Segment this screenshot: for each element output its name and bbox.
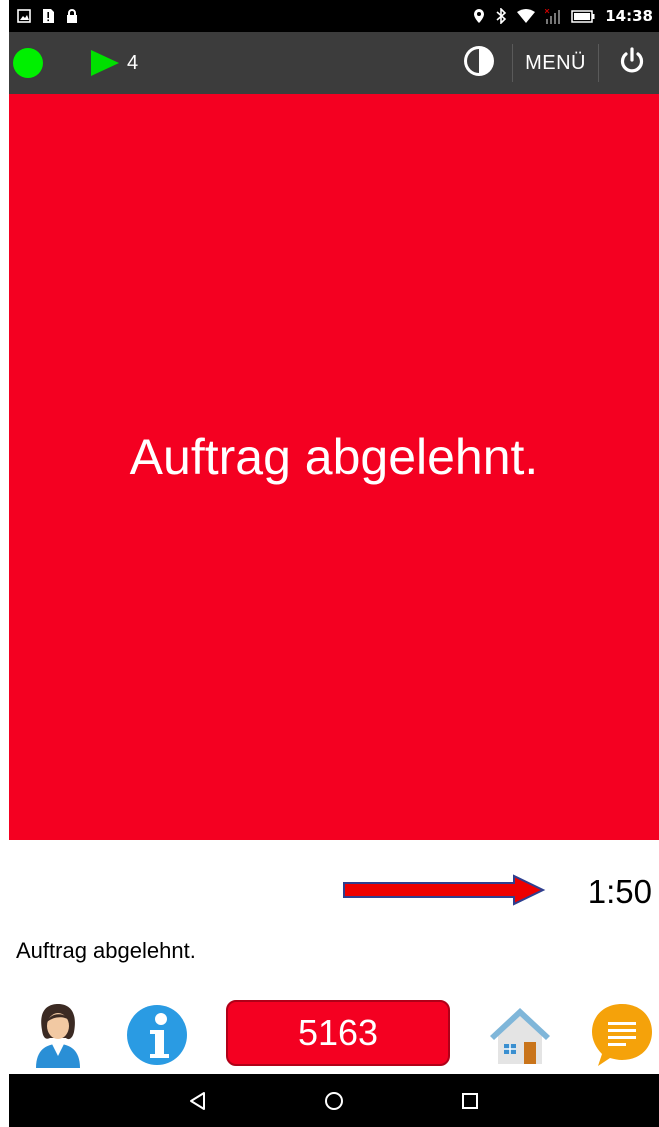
clock: 14:38 bbox=[605, 7, 653, 25]
menu-button[interactable]: MENÜ bbox=[513, 52, 598, 75]
home-icon bbox=[490, 1008, 550, 1064]
home-circle-icon bbox=[325, 1091, 343, 1110]
nav-home-button[interactable] bbox=[266, 1090, 402, 1112]
online-status-icon[interactable] bbox=[13, 48, 43, 78]
status-bar: 14:38 bbox=[9, 0, 659, 32]
home-button[interactable] bbox=[488, 1002, 552, 1071]
info-button[interactable] bbox=[126, 1004, 188, 1071]
navigation-bar bbox=[9, 1074, 659, 1127]
signal-icon bbox=[545, 8, 561, 24]
order-status-message: Auftrag abgelehnt. bbox=[129, 429, 539, 485]
contrast-icon bbox=[464, 45, 495, 76]
messages-button[interactable] bbox=[590, 1002, 654, 1073]
back-icon bbox=[190, 1091, 205, 1110]
driver-profile-icon bbox=[36, 1004, 80, 1068]
power-button[interactable] bbox=[599, 46, 659, 80]
driver-profile-button[interactable] bbox=[30, 1002, 86, 1073]
countdown-timer: 1:50 bbox=[587, 873, 652, 910]
messages-icon bbox=[592, 1004, 652, 1066]
bluetooth-icon bbox=[496, 8, 507, 24]
image-icon bbox=[17, 9, 31, 23]
alert-icon bbox=[43, 9, 54, 23]
play-icon bbox=[91, 50, 119, 76]
toolbar: 4 MENÜ bbox=[9, 32, 659, 94]
lock-icon bbox=[67, 9, 77, 23]
location-icon bbox=[474, 9, 485, 23]
order-status-panel: Auftrag abgelehnt. bbox=[9, 94, 659, 840]
contrast-button[interactable] bbox=[446, 44, 512, 83]
order-number-button[interactable]: 5163 bbox=[226, 1000, 450, 1066]
status-message: Auftrag abgelehnt. bbox=[16, 938, 196, 963]
timer-row: 1:50 bbox=[0, 855, 659, 925]
nav-back-button[interactable] bbox=[130, 1091, 266, 1111]
info-icon bbox=[127, 1005, 187, 1065]
power-icon bbox=[620, 46, 644, 72]
play-counter[interactable]: 4 bbox=[89, 49, 138, 77]
nav-recents-button[interactable] bbox=[402, 1092, 538, 1110]
arrow-right-icon bbox=[343, 874, 546, 906]
recents-icon bbox=[462, 1092, 478, 1109]
battery-icon bbox=[571, 9, 595, 23]
wifi-icon bbox=[517, 9, 536, 23]
bottom-bar: 5163 bbox=[0, 996, 659, 1074]
play-count: 4 bbox=[127, 51, 139, 74]
